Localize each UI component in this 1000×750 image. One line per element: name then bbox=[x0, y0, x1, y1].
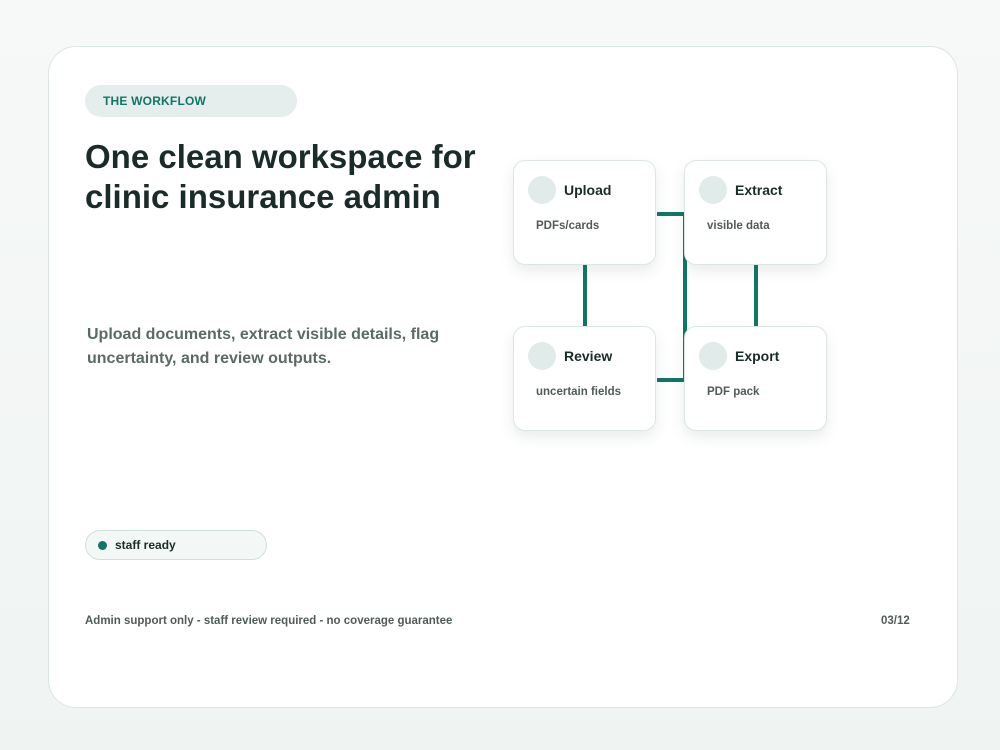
slide-title: One clean workspace for clinic insurance… bbox=[85, 138, 476, 215]
step-description: uncertain fields bbox=[536, 386, 621, 398]
step-card-extract[interactable]: Extract visible data bbox=[684, 160, 827, 265]
status-label: staff ready bbox=[115, 538, 176, 552]
step-title: Export bbox=[735, 348, 780, 364]
upload-step-icon bbox=[528, 176, 556, 204]
workflow-diagram: Upload PDFs/cards Extract visible data R… bbox=[489, 152, 839, 457]
page-number: 03/12 bbox=[881, 615, 910, 627]
section-eyebrow-badge: THE WORKFLOW bbox=[85, 85, 297, 117]
slide-subtitle: Upload documents, extract visible detail… bbox=[87, 326, 440, 367]
extract-step-icon bbox=[699, 176, 727, 204]
step-title: Upload bbox=[564, 182, 612, 198]
step-card-export[interactable]: Export PDF pack bbox=[684, 326, 827, 431]
review-step-icon bbox=[528, 342, 556, 370]
step-description: PDFs/cards bbox=[536, 220, 600, 232]
status-badge: staff ready bbox=[85, 530, 267, 560]
step-description: visible data bbox=[707, 220, 770, 232]
step-card-upload[interactable]: Upload PDFs/cards bbox=[513, 160, 656, 265]
step-title: Review bbox=[564, 348, 613, 364]
status-dot-icon bbox=[98, 541, 107, 550]
footer-disclaimer: Admin support only - staff review requir… bbox=[85, 615, 453, 627]
step-title: Extract bbox=[735, 182, 783, 198]
export-step-icon bbox=[699, 342, 727, 370]
step-description: PDF pack bbox=[707, 386, 760, 398]
step-card-review[interactable]: Review uncertain fields bbox=[513, 326, 656, 431]
slide-card: THE WORKFLOW One clean workspace for cli… bbox=[48, 46, 958, 708]
connector-upload-to-review-bracket bbox=[657, 212, 687, 382]
